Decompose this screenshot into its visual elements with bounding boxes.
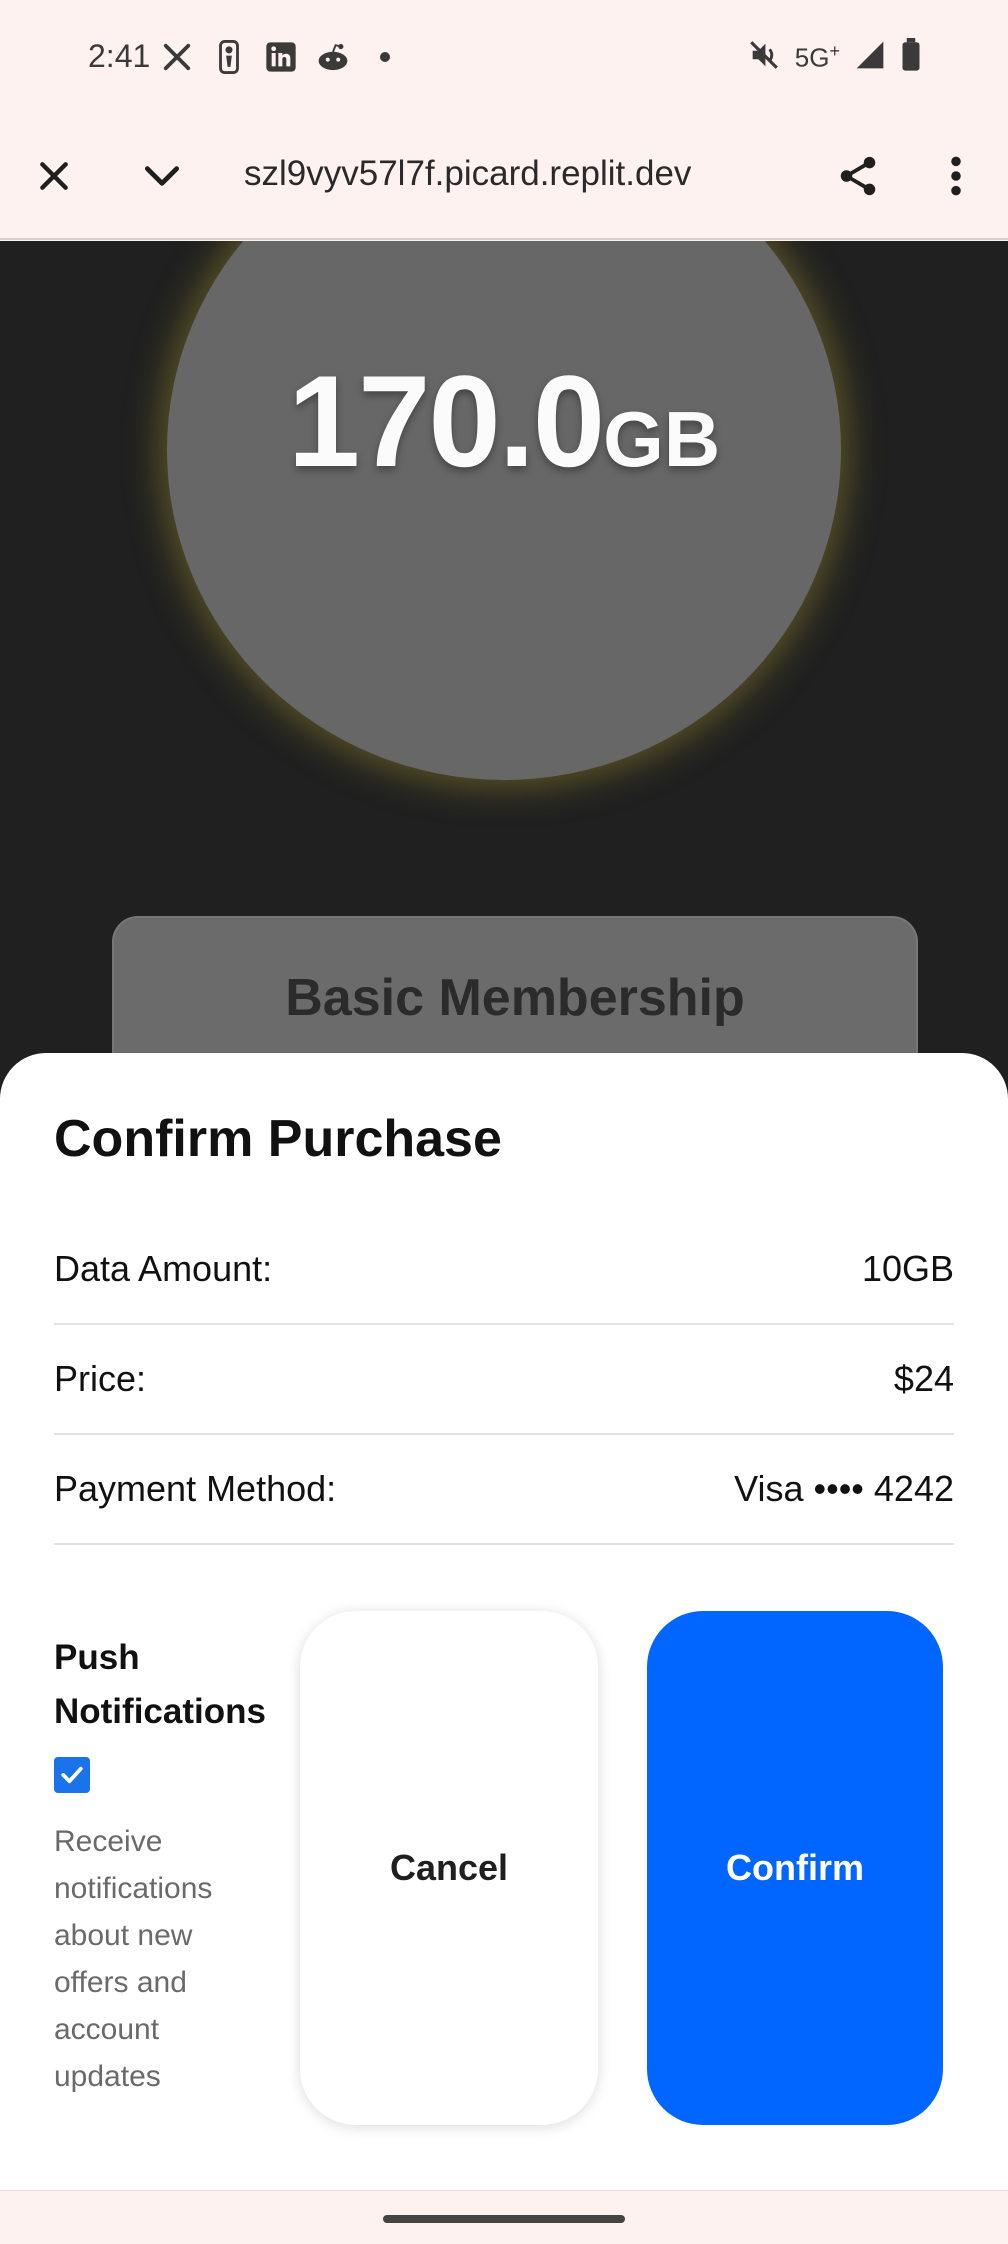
sheet-title: Confirm Purchase <box>54 1110 502 1168</box>
row-value: Visa •••• 4242 <box>734 1468 954 1509</box>
row-label: Payment Method: <box>54 1468 337 1509</box>
home-handle[interactable] <box>383 2215 625 2223</box>
row-label: Price: <box>54 1358 147 1399</box>
check-icon <box>61 1766 83 1784</box>
data-amount-row: Data Amount: 10GB <box>54 1215 954 1325</box>
linkedin-icon <box>264 40 298 74</box>
close-icon <box>34 156 74 201</box>
status-time: 2:41 <box>88 38 151 74</box>
push-notifications-checkbox[interactable] <box>54 1757 90 1793</box>
x-icon <box>160 40 194 74</box>
data-circle <box>167 241 841 780</box>
chevron-down-icon <box>140 154 184 203</box>
more-options-button[interactable] <box>924 146 988 210</box>
url-text[interactable]: szl9vyv57l7f.picard.replit.dev <box>244 154 724 194</box>
browser-toolbar: szl9vyv57l7f.picard.replit.dev <box>0 116 1008 240</box>
dot-icon <box>368 40 402 74</box>
minimize-button[interactable] <box>130 146 194 210</box>
network-type: 5G+ <box>794 41 840 73</box>
cancel-button[interactable]: Cancel <box>300 1611 598 2125</box>
confirm-button[interactable]: Confirm <box>647 1611 943 2125</box>
payment-method-row: Payment Method: Visa •••• 4242 <box>54 1435 954 1545</box>
data-value: 170.0 <box>287 348 605 494</box>
status-bar: 2:41 5G+ <box>0 0 1008 116</box>
confirm-purchase-sheet: Confirm Purchase Data Amount: 10GB Price… <box>0 1053 1008 2193</box>
membership-title: Basic Membership <box>285 969 745 1027</box>
push-notifications-title: Push Notifications <box>54 1638 266 1731</box>
page-content: 170.0GB Basic Membership <box>0 241 1008 1141</box>
signal-icon <box>854 39 886 76</box>
data-balance: 170.0GB <box>0 346 1008 496</box>
data-unit: GB <box>603 395 721 483</box>
row-label: Data Amount: <box>54 1248 273 1289</box>
battery-icon <box>900 38 922 77</box>
reddit-icon <box>316 40 350 74</box>
nba-icon <box>212 40 246 74</box>
share-icon <box>835 153 881 204</box>
price-row: Price: $24 <box>54 1325 954 1435</box>
share-button[interactable] <box>826 146 890 210</box>
gesture-nav-bar <box>0 2190 1008 2244</box>
close-tab-button[interactable] <box>22 146 86 210</box>
row-value: $24 <box>893 1358 954 1399</box>
mute-icon <box>747 38 781 77</box>
system-icons: 5G+ <box>747 38 922 77</box>
notification-icons <box>160 40 402 74</box>
row-value: 10GB <box>861 1248 954 1289</box>
push-notifications-description: Receive notifications about new offers a… <box>54 1825 213 2093</box>
more-vert-icon <box>946 154 966 203</box>
